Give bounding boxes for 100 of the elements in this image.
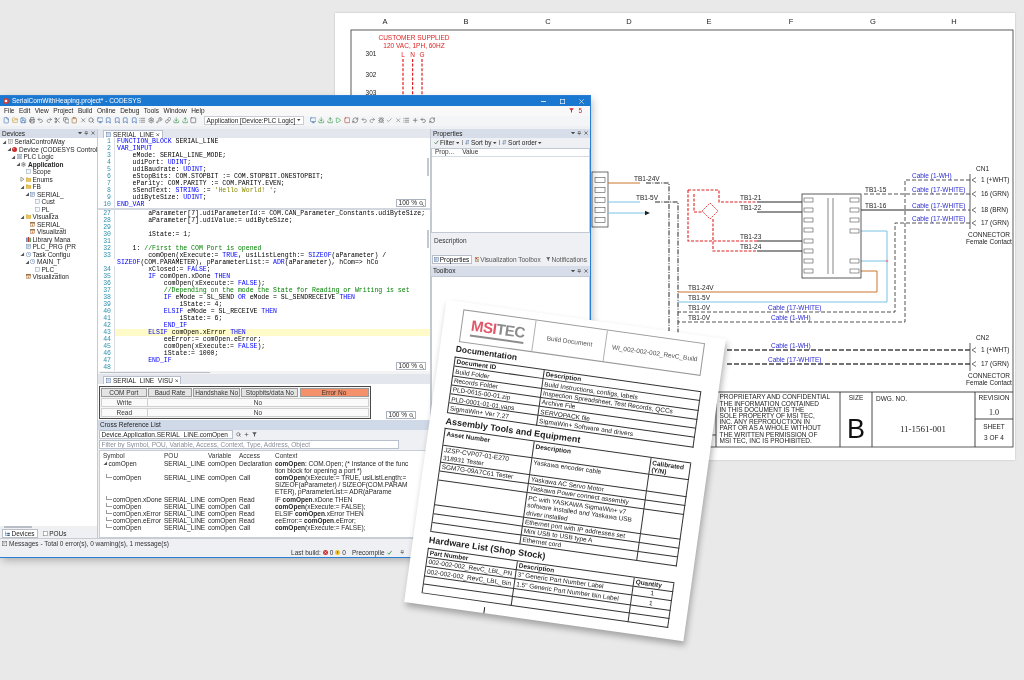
code-page-icon: [25, 244, 31, 250]
pin-icon[interactable]: [84, 131, 89, 136]
connector-symbol: [969, 342, 977, 372]
message-icon: [2, 540, 7, 546]
folder-icon[interactable]: [11, 117, 18, 124]
wire: [607, 182, 641, 184]
caret-down-icon: [455, 141, 460, 144]
monitor-icon[interactable]: [96, 117, 103, 124]
connector-symbol: [969, 173, 977, 230]
search-icon[interactable]: [236, 432, 241, 437]
upload-icon[interactable]: [326, 117, 334, 124]
save-icon[interactable]: [20, 117, 27, 124]
wire: [607, 201, 641, 203]
pin-icon[interactable]: [577, 268, 582, 273]
junction-dot: [885, 259, 889, 263]
tree-icon: [5, 530, 10, 536]
expander-icon[interactable]: [103, 460, 108, 466]
expander-icon[interactable]: [20, 214, 25, 219]
page-icon: [25, 169, 31, 175]
ball-icon: [12, 146, 17, 152]
check-icon: [434, 140, 439, 145]
refresh-icon[interactable]: [428, 117, 436, 124]
play-icon[interactable]: [335, 117, 342, 124]
expander-icon[interactable]: [24, 192, 29, 197]
folder-icon: [25, 214, 31, 220]
check-icon[interactable]: [386, 117, 393, 124]
undo-icon[interactable]: [360, 117, 368, 124]
funnel-icon: [546, 257, 551, 262]
caret-down-icon[interactable]: [77, 132, 82, 135]
expander-icon[interactable]: [20, 252, 25, 257]
magnifier-icon: [418, 200, 424, 206]
cross-icon[interactable]: [79, 117, 86, 124]
size-value: B: [847, 414, 865, 444]
wrench-icon[interactable]: [156, 117, 163, 124]
page-icon: [34, 266, 40, 272]
window-icon: [30, 221, 35, 227]
gear-icon[interactable]: [147, 117, 154, 124]
list-icon[interactable]: [403, 117, 410, 124]
power-wire: [402, 58, 404, 96]
warning-icon: [335, 549, 341, 555]
sort-icon: [502, 140, 507, 145]
expander-icon[interactable]: [6, 147, 11, 152]
file-icon[interactable]: [3, 117, 10, 124]
expander-icon[interactable]: [20, 184, 25, 189]
close-icon[interactable]: [175, 378, 179, 382]
caret-down-icon[interactable]: [570, 269, 575, 272]
list-icon[interactable]: [139, 117, 146, 124]
drawing-number: 11-1561-001: [899, 424, 947, 434]
sort-icon: [464, 140, 470, 145]
app-icon: [3, 98, 9, 104]
diamond-symbol: [701, 202, 719, 220]
minimize-icon[interactable]: [541, 100, 546, 102]
maximize-icon[interactable]: [560, 98, 565, 104]
redo-icon[interactable]: [45, 117, 52, 124]
magnifier-icon: [418, 363, 424, 369]
caret-down-icon: [493, 141, 497, 144]
pin-icon[interactable]: [399, 550, 404, 555]
revision-value: 1.0: [989, 407, 999, 417]
undo-icon[interactable]: [420, 117, 427, 124]
document-icon: [7, 139, 13, 145]
close-icon[interactable]: [584, 131, 588, 136]
close-icon[interactable]: [91, 131, 95, 136]
plus-icon[interactable]: [411, 117, 419, 124]
printer-icon[interactable]: [28, 117, 35, 124]
expander-icon[interactable]: [11, 154, 16, 159]
clipboard-icon[interactable]: [71, 117, 78, 124]
cross-icon[interactable]: [394, 117, 402, 124]
magnifier-icon: [408, 412, 414, 418]
scissors-icon[interactable]: [54, 117, 61, 124]
upload-icon[interactable]: [181, 117, 188, 124]
caret-down-icon[interactable]: [570, 132, 575, 135]
caret-down-icon: [297, 119, 301, 122]
download-icon[interactable]: [173, 117, 180, 124]
clock-icon: [30, 259, 35, 265]
window-icon: [25, 274, 31, 280]
download-icon[interactable]: [318, 117, 325, 124]
palette-icon: [474, 257, 480, 262]
pin-icon[interactable]: [577, 131, 582, 136]
funnel-icon[interactable]: [252, 432, 257, 437]
books-icon: [25, 236, 31, 242]
list-window-icon: [434, 257, 439, 262]
refresh-icon[interactable]: [352, 117, 359, 124]
error-icon: [322, 549, 328, 555]
bug-icon[interactable]: [377, 117, 385, 124]
gear-icon: [21, 161, 26, 167]
expander-icon[interactable]: [15, 162, 20, 167]
power-wire: [421, 58, 423, 96]
logo: MSI TEC: [469, 318, 526, 344]
copy-icon[interactable]: [62, 117, 69, 124]
search-icon[interactable]: [88, 117, 95, 124]
expander-icon[interactable]: [24, 259, 29, 264]
window-icon: [30, 229, 35, 235]
plus-icon[interactable]: [244, 432, 249, 437]
close-icon[interactable]: [156, 132, 160, 136]
link-icon[interactable]: [164, 117, 171, 124]
chip-icon: [16, 154, 22, 160]
redo-icon[interactable]: [369, 117, 376, 124]
close-icon[interactable]: [584, 268, 588, 273]
undo-icon[interactable]: [37, 117, 44, 124]
monitor-icon[interactable]: [309, 117, 317, 124]
